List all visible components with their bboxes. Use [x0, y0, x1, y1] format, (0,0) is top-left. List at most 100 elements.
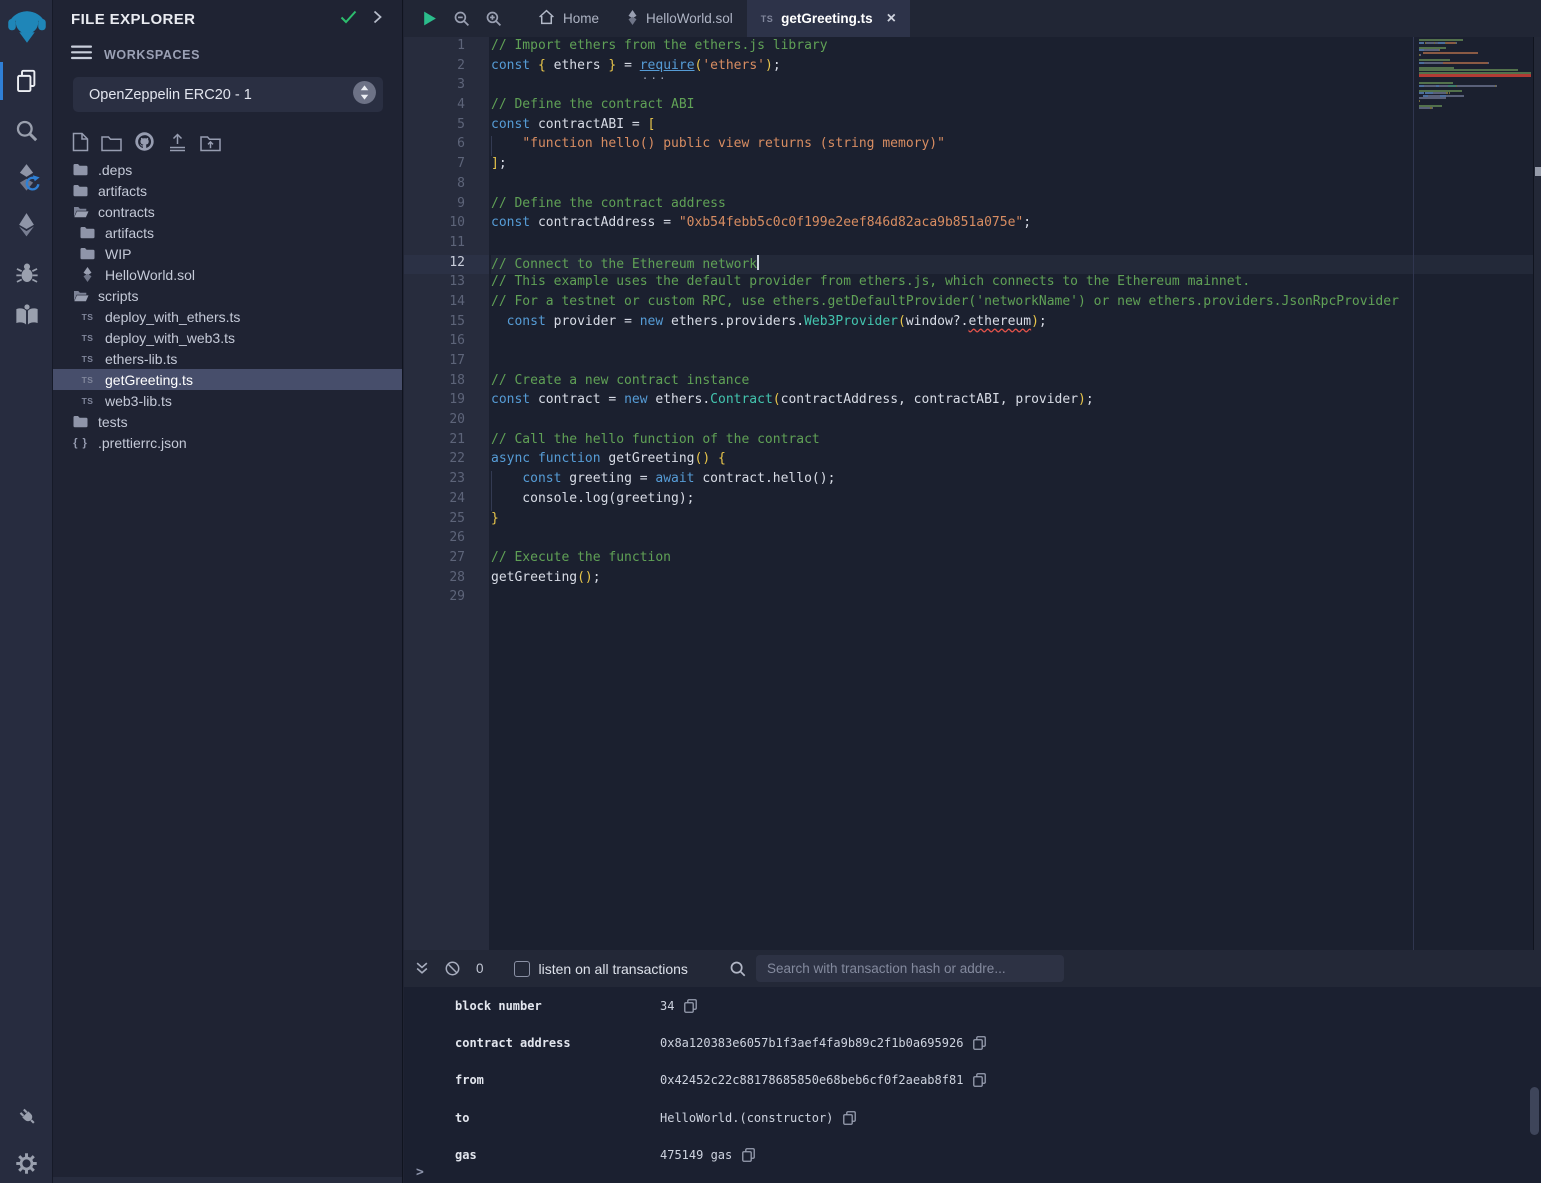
zoom-out-icon[interactable]: [454, 11, 470, 27]
line-number-1[interactable]: 1: [404, 38, 489, 58]
tree-item-contracts[interactable]: contracts: [53, 201, 402, 222]
line-number-10[interactable]: 10: [404, 215, 489, 235]
line-number-21[interactable]: 21: [404, 432, 489, 452]
tree-item-scripts[interactable]: scripts: [53, 285, 402, 306]
tree-item-ethers-lib-ts[interactable]: TSethers-lib.ts: [53, 348, 402, 369]
listen-all-transactions-checkbox[interactable]: [514, 961, 530, 977]
code-line-23[interactable]: const greeting = await contract.hello();: [491, 471, 1533, 491]
line-number-3[interactable]: 3: [404, 77, 489, 97]
tab-home[interactable]: Home: [524, 0, 613, 37]
code-editor[interactable]: 1234567891011121314151617181920212223242…: [404, 37, 1541, 950]
tab-getgreeting-ts[interactable]: TS getGreeting.ts ×: [747, 0, 910, 37]
code-line-19[interactable]: const contract = new ethers.Contract(con…: [491, 392, 1533, 412]
code-line-8[interactable]: [491, 176, 1533, 196]
line-number-20[interactable]: 20: [404, 412, 489, 432]
copy-icon[interactable]: [973, 1036, 986, 1050]
tree-item-web3-lib-ts[interactable]: TSweb3-lib.ts: [53, 390, 402, 411]
code-line-24[interactable]: console.log(greeting);: [491, 491, 1533, 511]
line-number-18[interactable]: 18: [404, 373, 489, 393]
code-line-11[interactable]: [491, 235, 1533, 255]
close-tab-icon[interactable]: ×: [887, 11, 896, 27]
tree-item-tests[interactable]: tests: [53, 411, 402, 432]
line-number-28[interactable]: 28: [404, 570, 489, 590]
code-line-7[interactable]: ];: [491, 156, 1533, 176]
line-number-29[interactable]: 29: [404, 589, 489, 609]
line-number-12[interactable]: 12: [404, 255, 489, 275]
file-explorer-icon[interactable]: [0, 68, 53, 95]
new-folder-icon[interactable]: [101, 135, 122, 152]
workspaces-menu-icon[interactable]: [71, 45, 92, 65]
code-line-12[interactable]: // Connect to the Ethereum network: [491, 255, 1533, 275]
tab-helloworld-sol[interactable]: HelloWorld.sol: [613, 0, 747, 37]
code-line-18[interactable]: // Create a new contract instance: [491, 373, 1533, 393]
line-number-14[interactable]: 14: [404, 294, 489, 314]
line-number-15[interactable]: 15: [404, 314, 489, 334]
line-number-2[interactable]: 2: [404, 58, 489, 78]
code-line-17[interactable]: [491, 353, 1533, 373]
line-number-19[interactable]: 19: [404, 392, 489, 412]
tree-item-helloworld-sol[interactable]: HelloWorld.sol: [53, 264, 402, 285]
line-number-27[interactable]: 27: [404, 550, 489, 570]
editor-scrollbar-thumb[interactable]: [1535, 167, 1541, 176]
solidity-compiler-icon[interactable]: [0, 162, 53, 195]
code-line-25[interactable]: }: [491, 511, 1533, 531]
plugin-manager-icon[interactable]: [0, 1103, 53, 1129]
terminal-collapse-icon[interactable]: [415, 962, 429, 975]
run-script-button[interactable]: [421, 10, 438, 27]
remix-logo[interactable]: [0, 5, 53, 47]
terminal-search-input[interactable]: [756, 955, 1064, 982]
code-line-27[interactable]: // Execute the function: [491, 550, 1533, 570]
copy-icon[interactable]: [742, 1148, 755, 1162]
panel-resize-handle[interactable]: [53, 1177, 402, 1183]
tree-item--deps[interactable]: .deps: [53, 159, 402, 180]
upload-folder-icon[interactable]: [200, 135, 221, 152]
line-number-5[interactable]: 5: [404, 117, 489, 137]
code-line-9[interactable]: // Define the contract address: [491, 196, 1533, 216]
line-number-6[interactable]: 6: [404, 136, 489, 156]
line-number-25[interactable]: 25: [404, 511, 489, 531]
settings-gear-icon[interactable]: [0, 1151, 53, 1176]
copy-icon[interactable]: [843, 1111, 856, 1125]
code-line-20[interactable]: [491, 412, 1533, 432]
deploy-run-icon[interactable]: [0, 212, 53, 237]
new-file-icon[interactable]: [72, 132, 89, 152]
code-line-4[interactable]: // Define the contract ABI: [491, 97, 1533, 117]
code-line-14[interactable]: // For a testnet or custom RPC, use ethe…: [491, 294, 1533, 314]
code-line-2[interactable]: const { ethers } = require('ethers');: [491, 58, 1533, 78]
code-line-22[interactable]: async function getGreeting() {: [491, 451, 1533, 471]
zoom-in-icon[interactable]: [486, 11, 502, 27]
line-number-22[interactable]: 22: [404, 451, 489, 471]
line-number-23[interactable]: 23: [404, 471, 489, 491]
tree-item--prettierrc-json[interactable]: { }.prettierrc.json: [53, 432, 402, 453]
tree-item-getgreeting-ts[interactable]: TSgetGreeting.ts: [53, 369, 402, 390]
code-line-26[interactable]: [491, 530, 1533, 550]
code-line-16[interactable]: [491, 333, 1533, 353]
copy-icon[interactable]: [684, 999, 697, 1013]
clone-github-icon[interactable]: [134, 131, 155, 152]
copy-icon[interactable]: [973, 1073, 986, 1087]
tree-item-wip[interactable]: WIP: [53, 243, 402, 264]
line-number-7[interactable]: 7: [404, 156, 489, 176]
code-line-29[interactable]: [491, 589, 1533, 609]
tree-item-deploy-with-ethers-ts[interactable]: TSdeploy_with_ethers.ts: [53, 306, 402, 327]
tree-item-deploy-with-web3-ts[interactable]: TSdeploy_with_web3.ts: [53, 327, 402, 348]
line-number-26[interactable]: 26: [404, 530, 489, 550]
code-line-28[interactable]: getGreeting();: [491, 570, 1533, 590]
line-number-8[interactable]: 8: [404, 176, 489, 196]
minimap[interactable]: [1419, 39, 1533, 112]
code-line-21[interactable]: // Call the hello function of the contra…: [491, 432, 1533, 452]
code-line-5[interactable]: const contractABI = [: [491, 117, 1533, 137]
panel-expand-chevron-icon[interactable]: [373, 10, 382, 29]
line-number-13[interactable]: 13: [404, 274, 489, 294]
code-line-6[interactable]: "function hello() public view returns (s…: [491, 136, 1533, 156]
line-number-11[interactable]: 11: [404, 235, 489, 255]
learneth-icon[interactable]: [0, 303, 53, 327]
code-line-1[interactable]: // Import ethers from the ethers.js libr…: [491, 38, 1533, 58]
code-line-15[interactable]: const provider = new ethers.providers.We…: [491, 314, 1533, 334]
code-line-10[interactable]: const contractAddress = "0xb54febb5c0c0f…: [491, 215, 1533, 235]
line-number-17[interactable]: 17: [404, 353, 489, 373]
terminal-prompt[interactable]: >: [416, 1165, 424, 1180]
editor-scrollbar[interactable]: [1533, 37, 1541, 950]
debugger-icon[interactable]: [0, 260, 53, 286]
workspace-dropdown[interactable]: OpenZeppelin ERC20 - 1: [73, 77, 383, 112]
